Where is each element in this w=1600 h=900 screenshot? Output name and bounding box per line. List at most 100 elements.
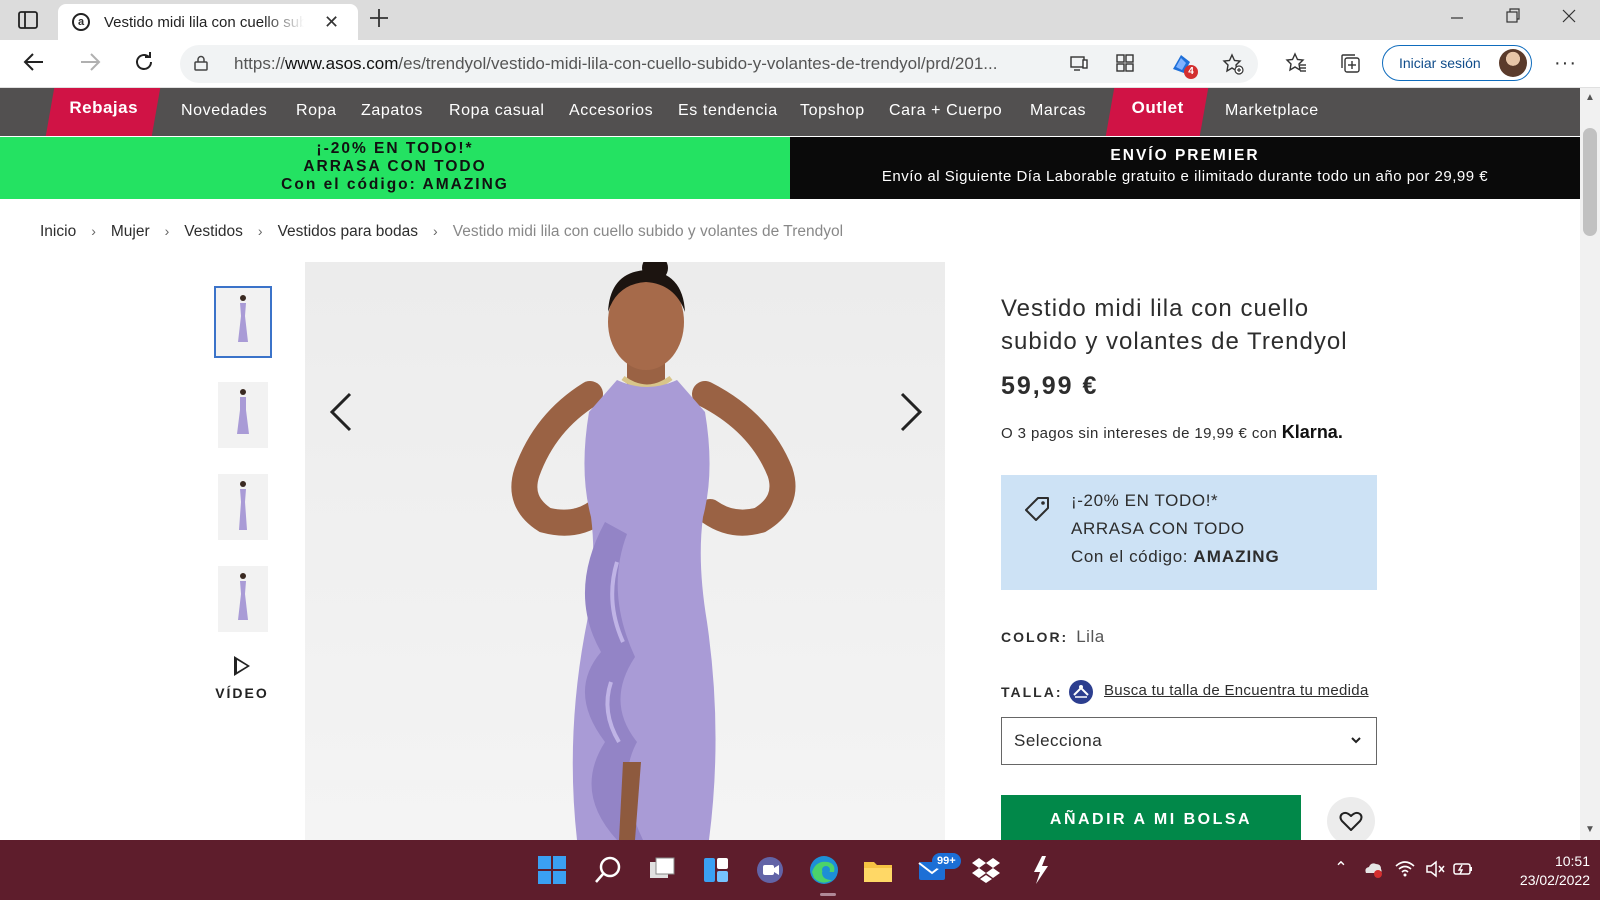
product-main-image[interactable] bbox=[305, 262, 945, 840]
breadcrumb-item-inicio[interactable]: Inicio bbox=[40, 223, 76, 241]
promo-banner[interactable]: ¡-20% EN TODO!* ARRASA CON TODO Con el c… bbox=[0, 137, 790, 199]
tab-actions-icon[interactable] bbox=[16, 9, 40, 31]
promo-code-box: ¡-20% EN TODO!* ARRASA CON TODO Con el c… bbox=[1001, 475, 1377, 590]
previous-image-button[interactable] bbox=[326, 390, 356, 434]
mail-unread-badge: 99+ bbox=[932, 853, 961, 869]
color-row: COLOR: Lila bbox=[1001, 627, 1105, 647]
nav-item-cara-cuerpo[interactable]: Cara + Cuerpo bbox=[889, 102, 1002, 120]
chevron-right-icon bbox=[900, 392, 923, 432]
video-button[interactable]: VÍDEO bbox=[212, 656, 272, 701]
back-button[interactable] bbox=[20, 50, 48, 78]
extension-badge: 4 bbox=[1184, 65, 1198, 79]
windows-start-icon[interactable] bbox=[532, 850, 572, 890]
url-scheme: https:// bbox=[234, 54, 286, 73]
edge-icon[interactable] bbox=[804, 850, 844, 890]
clock-date: 23/02/2022 bbox=[1519, 872, 1590, 888]
breadcrumb-separator: › bbox=[91, 223, 96, 239]
sign-in-button[interactable]: Iniciar sesión bbox=[1382, 45, 1532, 81]
reader-icon[interactable] bbox=[1068, 53, 1090, 75]
nav-item-ropa-casual[interactable]: Ropa casual bbox=[449, 102, 545, 120]
site-category-nav: Rebajas Novedades Ropa Zapatos Ropa casu… bbox=[0, 88, 1580, 136]
promo-line: Con el código: AMAZING bbox=[1071, 547, 1280, 567]
add-favorite-icon[interactable] bbox=[1222, 53, 1244, 75]
fit-finder-link[interactable]: Busca tu talla de Encuentra tu medida bbox=[1104, 682, 1369, 699]
breadcrumb-item-mujer[interactable]: Mujer bbox=[111, 223, 150, 241]
gallery-thumbnail[interactable] bbox=[218, 382, 268, 448]
dropbox-icon[interactable] bbox=[966, 850, 1006, 890]
window-restore-button[interactable] bbox=[1490, 6, 1536, 34]
scroll-thumb[interactable] bbox=[1583, 128, 1597, 236]
scroll-up-icon[interactable]: ▲ bbox=[1585, 92, 1595, 103]
fit-finder-icon[interactable] bbox=[1069, 680, 1093, 704]
reload-icon bbox=[136, 52, 152, 70]
url-path: /es/trendyol/vestido-midi-lila-con-cuell… bbox=[398, 54, 998, 73]
dress-thumbnail-image bbox=[238, 295, 248, 342]
apps-icon[interactable] bbox=[1114, 53, 1136, 75]
nav-item-topshop[interactable]: Topshop bbox=[800, 102, 865, 120]
new-tab-button[interactable] bbox=[368, 5, 390, 36]
clock-time: 10:51 bbox=[1554, 853, 1590, 869]
browser-toolbar: https://www.asos.com/es/trendyol/vestido… bbox=[0, 40, 1600, 88]
more-icon[interactable]: ··· bbox=[1554, 52, 1577, 75]
next-image-button[interactable] bbox=[896, 390, 926, 434]
teams-chat-icon[interactable] bbox=[750, 850, 790, 890]
battery-icon[interactable] bbox=[1452, 858, 1474, 880]
window-minimize-button[interactable] bbox=[1434, 6, 1480, 34]
tab-title: Vestido midi lila con cuello subido y vo… bbox=[104, 14, 304, 31]
taskbar-clock[interactable]: 10:51 23/02/2022 bbox=[1490, 852, 1590, 890]
app-icon[interactable] bbox=[1020, 850, 1060, 890]
nav-item-marketplace[interactable]: Marketplace bbox=[1225, 102, 1319, 120]
nav-item-outlet[interactable]: Outlet bbox=[1105, 88, 1209, 136]
gallery-thumbnail[interactable] bbox=[218, 566, 268, 632]
window-close-button[interactable] bbox=[1546, 6, 1592, 34]
onedrive-icon[interactable] bbox=[1362, 858, 1384, 880]
address-bar[interactable]: https://www.asos.com/es/trendyol/vestido… bbox=[180, 45, 1258, 83]
play-icon bbox=[234, 656, 250, 676]
windows-taskbar bbox=[0, 840, 1600, 900]
breadcrumb-separator: › bbox=[257, 223, 263, 239]
url-text[interactable]: https://www.asos.com/es/trendyol/vestido… bbox=[234, 54, 1034, 74]
promo-code: AMAZING bbox=[1193, 547, 1280, 566]
gallery-thumbnail[interactable] bbox=[218, 474, 268, 540]
volume-muted-icon[interactable] bbox=[1424, 858, 1446, 880]
breadcrumb-item-vestidos[interactable]: Vestidos bbox=[184, 223, 243, 241]
breadcrumb-separator: › bbox=[164, 223, 170, 239]
forward-button[interactable] bbox=[76, 50, 104, 78]
file-explorer-icon[interactable] bbox=[858, 850, 898, 890]
favorites-icon[interactable] bbox=[1284, 52, 1308, 76]
nav-item-es-tendencia[interactable]: Es tendencia bbox=[678, 102, 778, 120]
wifi-icon[interactable] bbox=[1394, 858, 1416, 880]
breadcrumb-item-vestidos-para-bodas[interactable]: Vestidos para bodas bbox=[278, 223, 418, 241]
klarna-logo[interactable]: Klarna. bbox=[1282, 422, 1343, 442]
size-select[interactable]: Selecciona bbox=[1001, 717, 1377, 765]
search-icon[interactable] bbox=[588, 850, 628, 890]
promo-line: ¡-20% EN TODO!* bbox=[1071, 491, 1219, 510]
installments-info: O 3 pagos sin intereses de 19,99 € con K… bbox=[1001, 422, 1343, 443]
nav-item-accesorios[interactable]: Accesorios bbox=[569, 102, 653, 120]
nav-item-marcas[interactable]: Marcas bbox=[1030, 102, 1086, 120]
reload-button[interactable] bbox=[130, 50, 158, 78]
widgets-icon[interactable] bbox=[696, 850, 736, 890]
add-to-bag-button[interactable]: AÑADIR A MI BOLSA bbox=[1001, 795, 1301, 845]
nav-item-ropa[interactable]: Ropa bbox=[296, 102, 337, 120]
back-icon bbox=[23, 53, 43, 71]
premier-delivery-banner[interactable]: ENVÍO PREMIER Envío al Siguiente Día Lab… bbox=[790, 137, 1580, 199]
collections-icon[interactable] bbox=[1338, 52, 1362, 76]
save-for-later-button[interactable] bbox=[1327, 797, 1375, 845]
nav-item-label: Rebajas bbox=[69, 98, 139, 117]
scroll-down-icon[interactable]: ▼ bbox=[1585, 824, 1595, 835]
task-view-icon[interactable] bbox=[642, 850, 682, 890]
restore-icon bbox=[1506, 8, 1520, 23]
nav-item-rebajas[interactable]: Rebajas bbox=[45, 88, 161, 136]
heart-icon bbox=[1339, 811, 1363, 831]
chevron-up-icon[interactable]: ⌃ bbox=[1330, 858, 1352, 880]
minimize-icon bbox=[1451, 17, 1463, 19]
page-scrollbar[interactable]: ▲ ▼ bbox=[1580, 88, 1600, 840]
premier-title: ENVÍO PREMIER bbox=[1110, 147, 1260, 164]
close-tab-icon[interactable]: ✕ bbox=[324, 12, 339, 33]
gallery-thumbnail[interactable] bbox=[214, 286, 272, 358]
nav-item-zapatos[interactable]: Zapatos bbox=[361, 102, 423, 120]
browser-tab[interactable]: a Vestido midi lila con cuello subido y … bbox=[58, 4, 358, 40]
lock-icon[interactable] bbox=[194, 55, 208, 71]
nav-item-novedades[interactable]: Novedades bbox=[181, 102, 267, 120]
